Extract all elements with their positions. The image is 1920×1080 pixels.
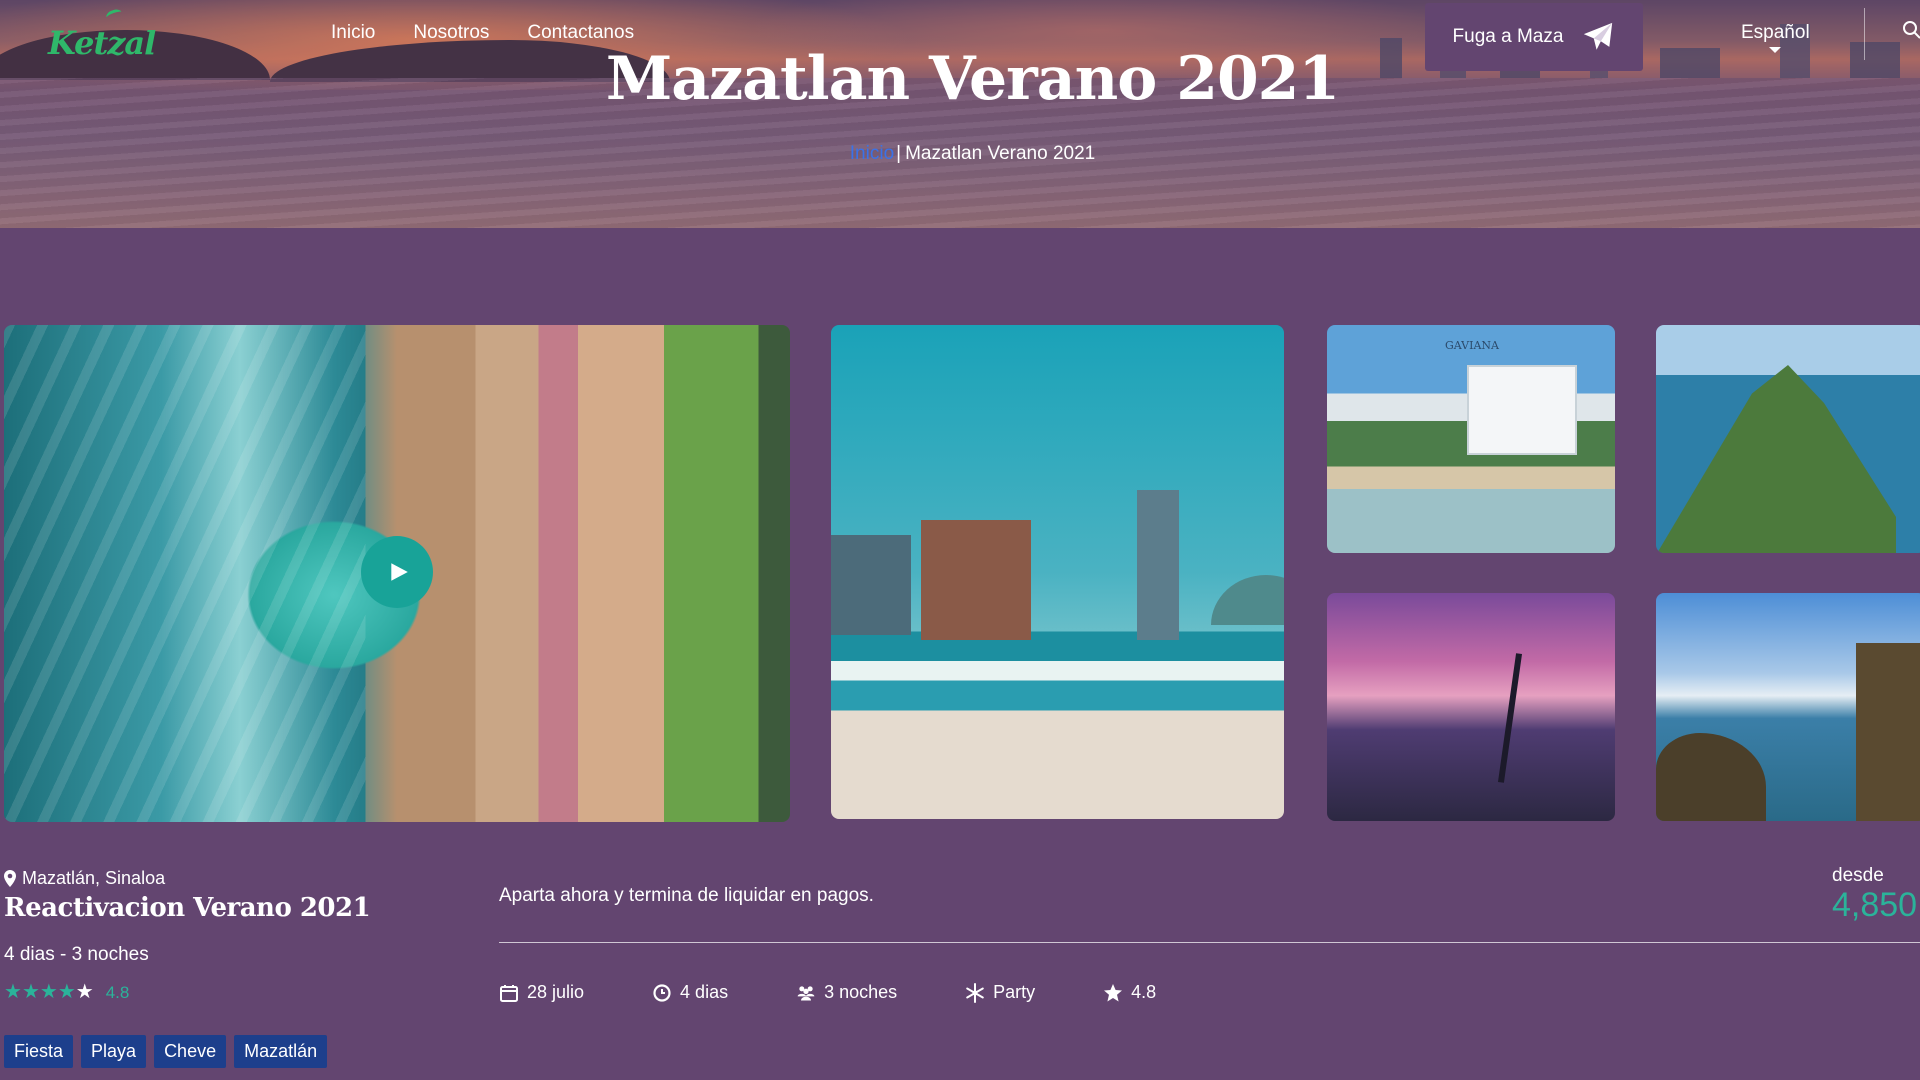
star-icon (1104, 983, 1123, 1001)
tag-cheve[interactable]: Cheve (154, 1035, 227, 1068)
photo-cliff (1856, 643, 1920, 821)
map-pin-icon (4, 870, 16, 887)
main-nav: Inicio Nosotros Contactanos (331, 22, 672, 44)
breadcrumb-separator: | (896, 143, 902, 164)
gallery-photo-island[interactable] (1656, 325, 1920, 553)
star-icon: ★ (75, 981, 94, 1003)
photo-hill (1211, 575, 1284, 625)
tag-fiesta[interactable]: Fiesta (4, 1035, 74, 1068)
nav-link-contactanos[interactable]: Contactanos (527, 22, 634, 44)
feature-theme: Party (965, 982, 1035, 1003)
gallery-photo-cliff[interactable] (1656, 593, 1920, 821)
logo-leaf-icon (104, 7, 124, 23)
price-label: desde (1832, 865, 1884, 886)
hero-banner: Ketzal Inicio Nosotros Contactanos Fuga … (0, 0, 1920, 228)
play-icon (391, 563, 408, 581)
star-icon: ★ (39, 981, 58, 1003)
snowflake-icon (966, 982, 984, 1003)
tour-title: Reactivacion Verano 2021 (4, 893, 371, 923)
feature-days: 4 dias (652, 982, 728, 1003)
gallery-photo-sunset[interactable] (1327, 593, 1615, 821)
tour-duration: 4 dias - 3 noches (4, 944, 149, 965)
breadcrumb-home-link[interactable]: Inicio (850, 143, 894, 164)
price-value: 4,850 (1832, 886, 1918, 924)
feature-rating-label: 4.8 (1131, 982, 1157, 1002)
gallery-photo-hotel[interactable]: GAVIANA (1327, 325, 1615, 553)
breadcrumb: Inicio | Mazatlan Verano 2021 (0, 143, 1920, 165)
tour-tags: Fiesta Playa Cheve Mazatlán (4, 1035, 328, 1068)
feature-days-label: 4 dias (680, 982, 729, 1002)
tag-mazatlan[interactable]: Mazatlán (234, 1035, 328, 1068)
feature-rating: 4.8 (1103, 982, 1156, 1003)
search-icon[interactable] (1902, 20, 1920, 40)
feature-date-label: 28 julio (527, 982, 585, 1002)
nav-link-nosotros[interactable]: Nosotros (413, 22, 489, 44)
tag-playa[interactable]: Playa (81, 1035, 147, 1068)
feature-theme-label: Party (993, 982, 1036, 1002)
tour-location-text: Mazatlán, Sinaloa (22, 868, 166, 888)
feature-nights-label: 3 noches (824, 982, 898, 1002)
details-divider (499, 942, 1920, 943)
photo-palm (1497, 653, 1523, 783)
photo-tower (1137, 490, 1179, 640)
group-icon (797, 985, 815, 1000)
clock-icon (653, 983, 671, 1002)
feature-nights: 3 noches (796, 982, 897, 1003)
star-icon: ★ (4, 981, 22, 1003)
tour-rating: ★★★★★ 4.8 (4, 982, 129, 1003)
tour-location: Mazatlán, Sinaloa (4, 868, 165, 889)
rating-stars: ★★★★★ (4, 982, 94, 1003)
hotel-logo-text: GAVIANA (1445, 339, 1499, 352)
calendar-icon (500, 984, 518, 1002)
language-label: Español (1741, 22, 1810, 43)
photo-building (1467, 365, 1577, 455)
gallery-photo-beach[interactable] (831, 325, 1284, 819)
feature-date: 28 julio (499, 982, 584, 1003)
nav-link-inicio[interactable]: Inicio (331, 22, 375, 44)
tour-description: Aparta ahora y termina de liquidar en pa… (499, 885, 874, 906)
play-button[interactable] (361, 536, 433, 608)
photo-building (831, 535, 911, 635)
photo-rock (1656, 733, 1766, 821)
photo-building (921, 520, 1031, 640)
page-title: Mazatlan Verano 2021 (605, 44, 1340, 114)
star-icon: ★ (57, 981, 76, 1003)
star-icon: ★ (21, 981, 40, 1003)
photo-island (1656, 365, 1896, 553)
rating-value: 4.8 (105, 982, 130, 1002)
breadcrumb-current: Mazatlan Verano 2021 (905, 143, 1096, 164)
tour-features: 28 julio 4 dias 3 noches Party 4.8 (499, 982, 1224, 1003)
